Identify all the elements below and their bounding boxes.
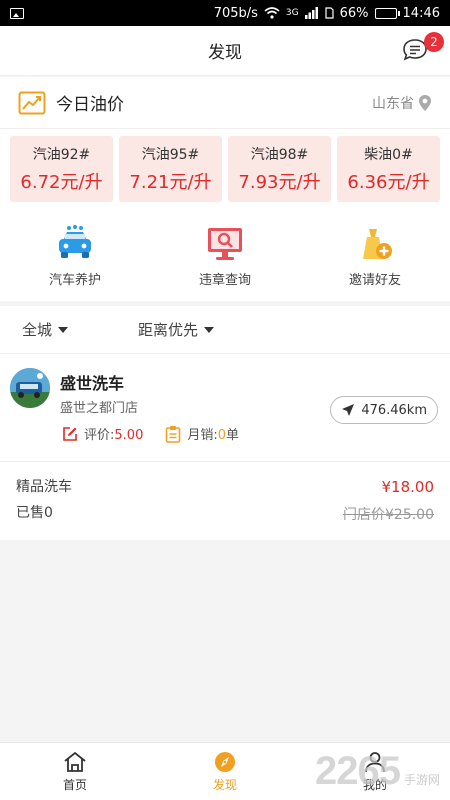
oil-price-header: 今日油价 山东省 — [0, 77, 450, 129]
service-shortcuts: 汽车养护 违章查询 邀请好友 — [0, 225, 450, 288]
car-wash-icon — [59, 225, 91, 258]
oil-card-92[interactable]: 汽油92# 6.72元/升 — [10, 136, 113, 202]
message-badge: 2 — [424, 32, 444, 52]
battery-percent: 66% — [339, 5, 369, 21]
edit-rating-icon — [63, 426, 77, 441]
service-car-care[interactable]: 汽车养护 — [0, 225, 150, 288]
oil-chart-icon — [18, 91, 46, 114]
oil-card-95[interactable]: 汽油95# 7.21元/升 — [119, 136, 222, 202]
caret-down-icon — [58, 326, 69, 333]
location-pin-icon — [419, 94, 431, 111]
sales-stat: 月销:0单 — [165, 424, 239, 443]
tab-discover[interactable]: 发现 — [150, 743, 300, 800]
shop-address: 盛世之都门店 — [60, 401, 139, 416]
battery-icon — [374, 7, 400, 19]
filter-bar: 全城 距离优先 — [0, 306, 450, 354]
area-filter[interactable]: 全城 — [22, 319, 69, 340]
oil-card-name: 汽油95# — [141, 147, 200, 163]
product-name: 精品洗车 — [16, 479, 72, 495]
navigation-arrow-icon — [342, 404, 355, 416]
distance-value: 476.46km — [361, 402, 427, 418]
clipboard-icon — [166, 425, 181, 443]
monitor-search-icon — [208, 228, 242, 260]
compass-icon — [215, 751, 235, 772]
oil-card-name: 汽油92# — [32, 147, 91, 163]
service-label: 邀请好友 — [348, 273, 401, 288]
rating-value: 5.00 — [114, 428, 144, 443]
oil-price-title: 今日油价 — [56, 95, 124, 115]
oil-card-diesel[interactable]: 柴油0# 6.36元/升 — [337, 136, 440, 202]
product-row[interactable]: 精品洗车 已售0 ¥18.00 门店价¥25.00 — [0, 461, 450, 540]
sim-icon — [325, 7, 334, 19]
page-title: 发现 — [208, 43, 242, 63]
clock: 14:46 — [402, 5, 440, 21]
oil-card-name: 汽油98# — [250, 147, 309, 163]
product-price: ¥18.00 — [381, 478, 435, 496]
network-type: 3G — [285, 8, 299, 18]
shop-name: 盛世洗车 — [60, 374, 125, 393]
home-icon — [64, 751, 86, 772]
oil-card-98[interactable]: 汽油98# 7.93元/升 — [228, 136, 331, 202]
product-sold-count: 已售0 — [16, 505, 53, 521]
invite-friend-icon — [363, 229, 392, 259]
watermark-number: 2265 — [315, 749, 401, 793]
location-text: 山东省 — [372, 95, 414, 112]
distance-button[interactable]: 476.46km — [330, 396, 438, 424]
tab-home[interactable]: 首页 — [0, 743, 150, 800]
oil-card-price: 6.72元/升 — [20, 172, 103, 193]
oil-price-cards: 汽油92# 6.72元/升 汽油95# 7.21元/升 汽油98# 7.93元/… — [10, 136, 440, 202]
product-original-price: 门店价¥25.00 — [343, 507, 434, 523]
service-label: 汽车养护 — [48, 273, 101, 288]
app-header: 发现 2 — [0, 26, 450, 76]
service-label: 违章查询 — [198, 273, 251, 288]
caret-down-icon — [204, 326, 215, 333]
shop-avatar — [10, 368, 50, 408]
shop-card[interactable]: 盛世洗车 盛世之都门店 476.46km 评价:5.00 月销:0单 — [0, 362, 450, 458]
sort-filter-label: 距离优先 — [138, 321, 199, 339]
tab-label: 首页 — [62, 777, 87, 792]
service-violation-query[interactable]: 违章查询 — [150, 225, 300, 288]
oil-card-price: 7.93元/升 — [238, 172, 321, 193]
signal-icon — [304, 7, 318, 19]
oil-price-panel: 汽油92# 6.72元/升 汽油95# 7.21元/升 汽油98# 7.93元/… — [0, 129, 450, 301]
wifi-icon — [264, 7, 280, 19]
image-notification-icon — [10, 7, 24, 19]
oil-card-name: 柴油0# — [364, 147, 413, 163]
service-invite-friends[interactable]: 邀请好友 — [300, 225, 450, 288]
sales-unit: 单 — [226, 428, 240, 443]
watermark-logo: 2265 手游网 — [315, 749, 440, 794]
status-bar: 705b/s 3G 66% 14:46 — [0, 0, 450, 26]
sales-value: 0 — [217, 428, 227, 443]
oil-card-price: 7.21元/升 — [129, 172, 212, 193]
sort-filter[interactable]: 距离优先 — [138, 319, 215, 340]
rating-stat: 评价:5.00 — [62, 424, 143, 443]
area-filter-label: 全城 — [22, 321, 53, 339]
shop-list-section: 全城 距离优先 盛世洗车 盛世之都门店 476.46km 评价:5.00 月销:… — [0, 306, 450, 540]
oil-card-price: 6.36元/升 — [347, 172, 430, 193]
network-speed: 705b/s — [213, 5, 258, 21]
sales-label: 月销: — [187, 428, 218, 443]
rating-label: 评价: — [84, 428, 115, 443]
tab-label: 发现 — [212, 777, 237, 792]
watermark-site: 手游网 — [403, 773, 440, 787]
shop-stats: 评价:5.00 月销:0单 — [62, 424, 261, 443]
location-selector[interactable]: 山东省 — [372, 93, 432, 113]
